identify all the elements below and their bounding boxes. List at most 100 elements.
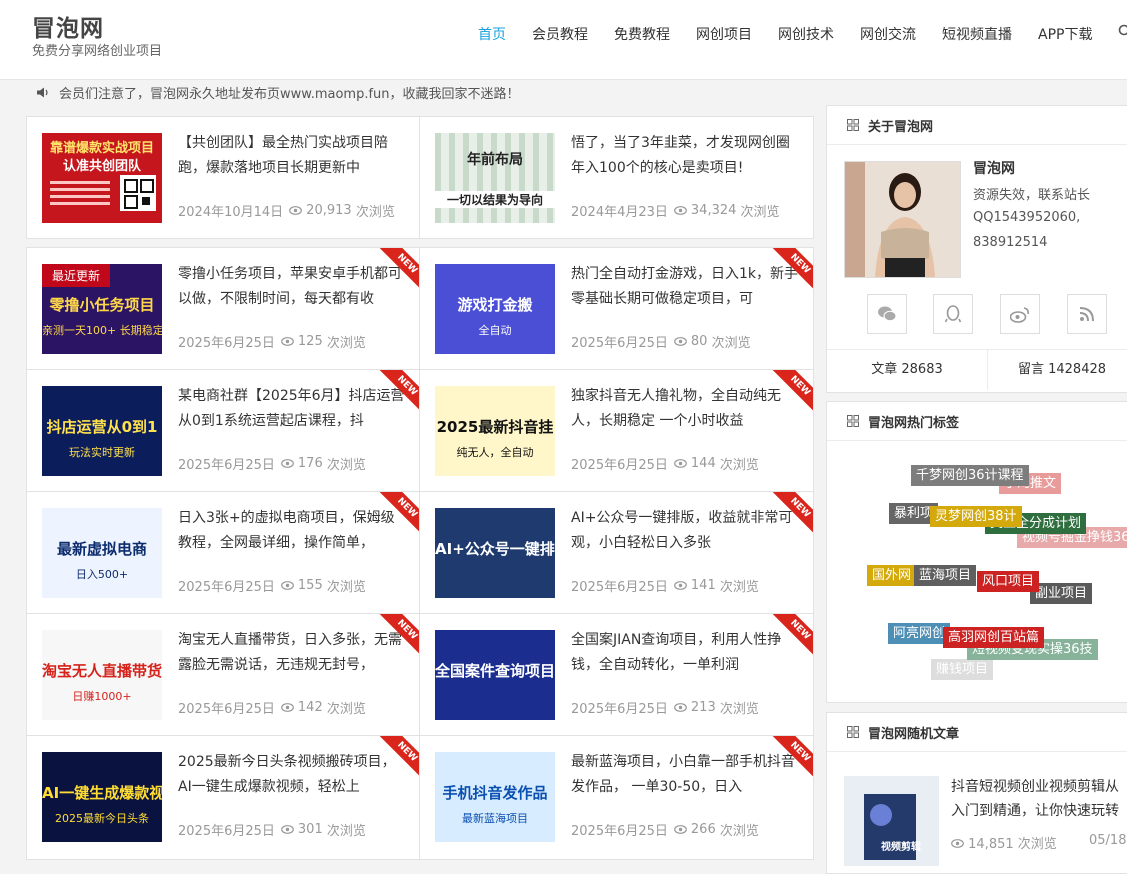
post-thumbnail[interactable]: 靠谱爆款实战项目 认准共创团队 xyxy=(42,133,162,223)
thumbnail-text: 视频剪辑 xyxy=(866,838,936,853)
post-meta: 2024年10月14日 20,913 次浏览 xyxy=(178,201,395,220)
random-post-title[interactable]: 抖音短视频创业视频剪辑从入门到精通，让你快速玩转 xyxy=(951,775,1127,823)
views-suffix: 次浏览 xyxy=(327,698,366,717)
nav-item-free-tutorial[interactable]: 免费教程 xyxy=(614,24,670,46)
grid-icon xyxy=(847,119,859,131)
about-stats: 文章 28683 留言 1428428 xyxy=(827,349,1127,390)
post-meta: 2025年6月25日 144 次浏览 xyxy=(571,454,759,473)
weibo-icon xyxy=(1010,306,1030,323)
tag-link[interactable]: 高羽网创百站篇 xyxy=(943,627,1044,648)
widget-title: 冒泡网随机文章 xyxy=(868,723,959,742)
about-widget: 关于冒泡网 冒泡网 资源失效，联系站长 QQ1543952060, 838912… xyxy=(826,105,1127,393)
nav-item-projects[interactable]: 网创项目 xyxy=(696,24,752,46)
post-thumbnail[interactable]: 游戏打金搬 全自动 xyxy=(435,264,555,354)
post-title[interactable]: AI+公众号一键排版，收益就非常可观，小白轻松日入多张 xyxy=(571,506,799,556)
views-suffix: 次浏览 xyxy=(327,576,366,595)
eye-icon xyxy=(674,206,687,215)
post-thumbnail[interactable]: 2025最新抖音挂 纯无人，全自动 xyxy=(435,386,555,476)
post-meta: 2025年6月25日 80 次浏览 xyxy=(571,332,751,351)
thumbnail-subtext: 亲测一天100+ 长期稳定可做 xyxy=(42,322,162,338)
nav-item-app[interactable]: APP下载 xyxy=(1038,24,1092,46)
featured-card[interactable]: 年前布局 一切以结果为导向 悟了，当了3年韭菜，才发现网创圈年入100个的核心是… xyxy=(419,116,814,239)
tag-link[interactable]: 风口项目 xyxy=(977,571,1039,592)
post-card[interactable]: 零撸小任务项目 亲测一天100+ 长期稳定可做 最近更新 零撸小任务项目，苹果安… xyxy=(26,247,421,372)
main-nav: 首页 会员教程 免费教程 网创项目 网创技术 网创交流 短视频直播 APP下载 xyxy=(465,24,1105,46)
nav-item-home[interactable]: 首页 xyxy=(478,24,506,46)
tag-link[interactable]: 千梦网创36计课程 xyxy=(911,465,1029,486)
wechat-button[interactable] xyxy=(867,294,907,334)
random-widget: 冒泡网随机文章 视频剪辑 抖音短视频创业视频剪辑从入门到精通，让你快速玩转 14… xyxy=(826,712,1127,874)
post-card[interactable]: AI一键生成爆款视频 2025最新今日头条 2025最新今日头条视频搬砖项目，A… xyxy=(26,735,421,860)
post-date: 05/18 xyxy=(1089,833,1126,848)
tag-link[interactable]: 蓝海项目 xyxy=(914,565,976,586)
post-thumbnail[interactable]: 手机抖音发作品 最新蓝海项目 xyxy=(435,752,555,842)
eye-icon xyxy=(281,825,294,834)
post-card[interactable]: 淘宝无人直播带货 日赚1000+ 淘宝无人直播带货，日入多张，无需露脸无需说话，… xyxy=(26,613,421,738)
post-thumbnail[interactable]: AI+公众号一键排版 xyxy=(435,508,555,598)
weibo-button[interactable] xyxy=(1000,294,1040,334)
widget-header: 关于冒泡网 xyxy=(827,106,1127,145)
post-title[interactable]: 日入3张+的虚拟电商项目，保姆级教程，全网最详细，操作简单， xyxy=(178,506,406,556)
post-date: 2025年6月25日 xyxy=(571,576,668,595)
post-card[interactable]: 全国案件查询项目 全国案JIAN查询项目，利用人性挣钱，全自动转化，一单利润 2… xyxy=(419,613,814,738)
avatar[interactable] xyxy=(844,161,961,278)
post-thumbnail[interactable]: 全国案件查询项目 xyxy=(435,630,555,720)
post-thumbnail[interactable]: 抖店运营从0到1 玩法实时更新 xyxy=(42,386,162,476)
notice-text: 会员们注意了，冒泡网永久地址发布页www.maomp.fun，收藏我回家不迷路！ xyxy=(59,83,520,102)
wechat-icon xyxy=(877,305,897,323)
widget-header: 冒泡网热门标签 xyxy=(827,402,1127,441)
featured-card[interactable]: 靠谱爆款实战项目 认准共创团队 【共创团队】最全热门实战项目陪跑，爆款落地项目长… xyxy=(26,116,421,239)
thumbnail-text: 年前布局 xyxy=(435,149,555,169)
post-card[interactable]: 游戏打金搬 全自动 热门全自动打金游戏，日入1k，新手零基础长期可做稳定项目，可… xyxy=(419,247,814,372)
tag-link[interactable]: 赚钱项目 xyxy=(931,659,993,680)
eye-icon xyxy=(281,703,294,712)
post-title[interactable]: 独家抖音无人撸礼物，全自动纯无人，长期稳定 一个小时收益 xyxy=(571,384,799,434)
random-post-meta: 14,851 次浏览 xyxy=(951,833,1057,852)
tag-link[interactable]: 副业项目 xyxy=(1030,583,1092,604)
post-meta: 2025年6月25日 176 次浏览 xyxy=(178,454,366,473)
post-card[interactable]: 2025最新抖音挂 纯无人，全自动 独家抖音无人撸礼物，全自动纯无人，长期稳定 … xyxy=(419,369,814,494)
tag-link[interactable]: 阿亮网创 xyxy=(888,623,950,644)
tag-link[interactable]: 国外网 xyxy=(867,565,916,586)
post-thumbnail[interactable]: 年前布局 一切以结果为导向 xyxy=(435,133,555,223)
thumbnail-subtext: 玩法实时更新 xyxy=(42,444,162,460)
tag-link[interactable]: 灵梦网创38计 xyxy=(930,506,1022,527)
post-thumbnail[interactable]: 淘宝无人直播带货 日赚1000+ xyxy=(42,630,162,720)
nav-item-exchange[interactable]: 网创交流 xyxy=(860,24,916,46)
random-post-thumbnail[interactable]: 视频剪辑 xyxy=(844,776,939,866)
thumbnail-subtext: 日入500+ xyxy=(42,566,162,582)
post-card[interactable]: 手机抖音发作品 最新蓝海项目 最新蓝海项目，小白靠一部手机抖音发作品， 一单30… xyxy=(419,735,814,860)
post-title[interactable]: 悟了，当了3年韭菜，才发现网创圈年入100个的核心是卖项目! xyxy=(571,131,799,181)
nav-item-short-video[interactable]: 短视频直播 xyxy=(942,24,1012,46)
post-card[interactable]: 抖店运营从0到1 玩法实时更新 某电商社群【2025年6月】抖店运营从0到1系统… xyxy=(26,369,421,494)
post-title[interactable]: 【共创团队】最全热门实战项目陪跑，爆款落地项目长期更新中 xyxy=(178,131,406,181)
nav-item-member-tutorial[interactable]: 会员教程 xyxy=(532,24,588,46)
post-date: 2025年6月25日 xyxy=(571,820,668,839)
post-meta: 2025年6月25日 125 次浏览 xyxy=(178,332,366,351)
post-thumbnail[interactable]: 零撸小任务项目 亲测一天100+ 长期稳定可做 最近更新 xyxy=(42,264,162,354)
post-card[interactable]: AI+公众号一键排版 AI+公众号一键排版，收益就非常可观，小白轻松日入多张 2… xyxy=(419,491,814,616)
post-views: 20,913 xyxy=(306,203,352,218)
thumbnail-text: 手机抖音发作品 xyxy=(435,782,555,803)
post-title[interactable]: 2025最新今日头条视频搬砖项目，AI一键生成爆款视频，轻松上 xyxy=(178,750,406,800)
post-meta: 2024年4月23日 34,324 次浏览 xyxy=(571,201,780,220)
rss-button[interactable] xyxy=(1067,294,1107,334)
post-date: 2025年6月25日 xyxy=(178,576,275,595)
post-card[interactable]: 最新虚拟电商 日入500+ 日入3张+的虚拟电商项目，保姆级教程，全网最详细，操… xyxy=(26,491,421,616)
views-suffix: 次浏览 xyxy=(327,820,366,839)
post-thumbnail[interactable]: AI一键生成爆款视频 2025最新今日头条 xyxy=(42,752,162,842)
grid-icon xyxy=(847,415,859,427)
site-logo[interactable]: 冒泡网 xyxy=(32,9,104,43)
post-title[interactable]: 淘宝无人直播带货，日入多张，无需露脸无需说话，无违规无封号， xyxy=(178,628,406,678)
rss-icon xyxy=(1079,306,1095,322)
nav-item-tech[interactable]: 网创技术 xyxy=(778,24,834,46)
post-title[interactable]: 某电商社群【2025年6月】抖店运营从0到1系统运营起店课程，抖 xyxy=(178,384,406,434)
post-title[interactable]: 最新蓝海项目，小白靠一部手机抖音发作品， 一单30-50，日入 xyxy=(571,750,799,800)
post-title[interactable]: 热门全自动打金游戏，日入1k，新手零基础长期可做稳定项目，可 xyxy=(571,262,799,312)
post-thumbnail[interactable]: 最新虚拟电商 日入500+ xyxy=(42,508,162,598)
qq-button[interactable] xyxy=(933,294,973,334)
post-title[interactable]: 全国案JIAN查询项目，利用人性挣钱，全自动转化，一单利润 xyxy=(571,628,799,678)
search-icon[interactable] xyxy=(1118,24,1127,42)
play-icon xyxy=(870,804,892,826)
post-title[interactable]: 零撸小任务项目，苹果安卓手机都可以做，不限制时间，每天都有收 xyxy=(178,262,406,312)
